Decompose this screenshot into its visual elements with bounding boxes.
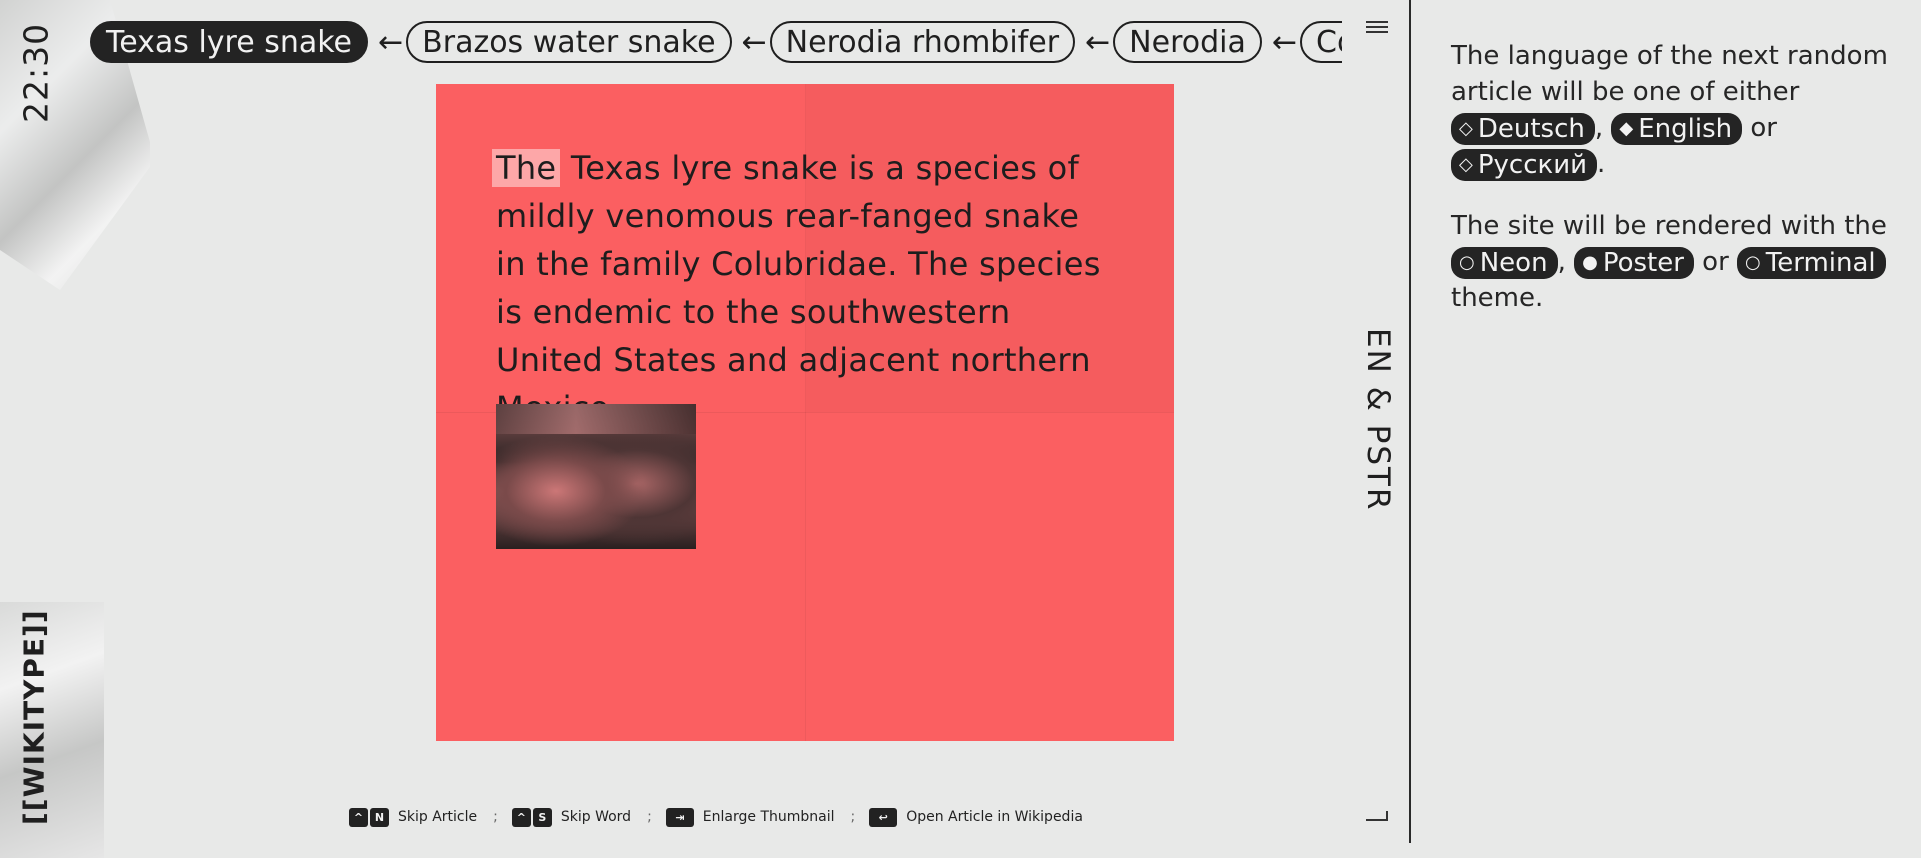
breadcrumb-item[interactable]: Nerodia rhombifer <box>769 21 1076 63</box>
theme-chip-neon[interactable]: ○ Neon <box>1451 246 1558 279</box>
hint-label: Skip Word <box>560 809 632 825</box>
diamond-outline-icon: ◇ <box>1459 117 1473 139</box>
keyboard-hints: ^ N Skip Article ; ^ S Skip Word ; ⇥ Enlar… <box>349 806 1083 828</box>
untyped-text: Texas lyre snake is a species of mildly … <box>496 149 1101 427</box>
language-paragraph: The language of the next random article … <box>1451 38 1891 182</box>
hint-separator: ; <box>850 809 856 825</box>
left-arrow-icon: ← <box>378 24 404 60</box>
circle-filled-icon: ● <box>1582 251 1598 273</box>
ctrl-key: ^ <box>511 807 531 827</box>
n-key: N <box>370 807 389 827</box>
circle-outline-icon: ○ <box>1745 251 1761 273</box>
circle-outline-icon: ○ <box>1459 251 1475 273</box>
hint-label: Open Article in Wikipedia <box>906 809 1083 825</box>
comma: , <box>1557 247 1566 277</box>
typed-text: The <box>492 149 561 187</box>
panel-divider <box>1409 0 1411 843</box>
language-theme-label: EN & PSTR <box>1360 328 1396 512</box>
or-word: or <box>1750 113 1777 143</box>
left-arrow-icon: ← <box>741 24 767 60</box>
chip-label: Neon <box>1479 247 1548 278</box>
theme-intro: The site will be rendered with the <box>1451 211 1887 241</box>
hint-label: Skip Article <box>398 809 478 825</box>
or-word: or <box>1702 247 1729 277</box>
diamond-filled-icon: ◆ <box>1619 117 1634 139</box>
chip-label: Poster <box>1602 247 1684 278</box>
left-arrow-icon: ← <box>1085 24 1111 60</box>
clock: 22:30 <box>16 22 56 124</box>
language-intro: The language of the next random article … <box>1451 41 1888 107</box>
hint-separator: ; <box>493 809 498 825</box>
breadcrumb-item[interactable]: Nerodia <box>1113 21 1262 63</box>
chip-label: Terminal <box>1765 247 1876 278</box>
chip-label: English <box>1638 113 1733 144</box>
left-arrow-icon: ← <box>1271 24 1298 60</box>
comma: , <box>1594 113 1604 143</box>
language-chip-deutsch[interactable]: ◇ Deutsch <box>1451 112 1595 145</box>
theme-outro: theme. <box>1451 283 1544 313</box>
ctrl-key: ^ <box>349 807 368 827</box>
hint-label: Enlarge Thumbnail <box>702 809 835 825</box>
breadcrumb-item[interactable]: Brazos water snake <box>406 21 732 63</box>
settings-panel: The language of the next random article … <box>1451 38 1891 342</box>
language-chip-english[interactable]: ◆ English <box>1611 112 1743 145</box>
breadcrumb-item[interactable]: Commo <box>1300 21 1342 63</box>
return-key-icon: ↩ <box>869 807 898 827</box>
language-chip-russian[interactable]: ◇ Русский <box>1451 148 1597 181</box>
diamond-outline-icon: ◇ <box>1459 153 1473 175</box>
breadcrumb-item-current[interactable]: Texas lyre snake <box>90 21 369 63</box>
article-poster: The Texas lyre snake is a species of mil… <box>436 84 1174 741</box>
article-text[interactable]: The Texas lyre snake is a species of mil… <box>492 144 1116 432</box>
period: . <box>1597 149 1606 179</box>
theme-paragraph: The site will be rendered with the ○ Neon… <box>1451 208 1891 316</box>
logo[interactable]: [[WIKITYPE]] <box>16 609 52 825</box>
chip-label: Deutsch <box>1477 113 1585 144</box>
theme-chip-poster[interactable]: ● Poster <box>1574 246 1694 279</box>
breadcrumb: Texas lyre snake ← Brazos water snake ← … <box>90 20 1342 64</box>
tab-key-icon: ⇥ <box>665 807 694 827</box>
corner-icon <box>1366 811 1388 821</box>
article-thumbnail[interactable] <box>496 404 696 549</box>
chip-label: Русский <box>1477 149 1587 180</box>
menu-icon[interactable] <box>1366 21 1388 35</box>
s-key: S <box>532 807 552 827</box>
theme-chip-terminal[interactable]: ○ Terminal <box>1737 246 1886 279</box>
hint-separator: ; <box>647 809 652 825</box>
